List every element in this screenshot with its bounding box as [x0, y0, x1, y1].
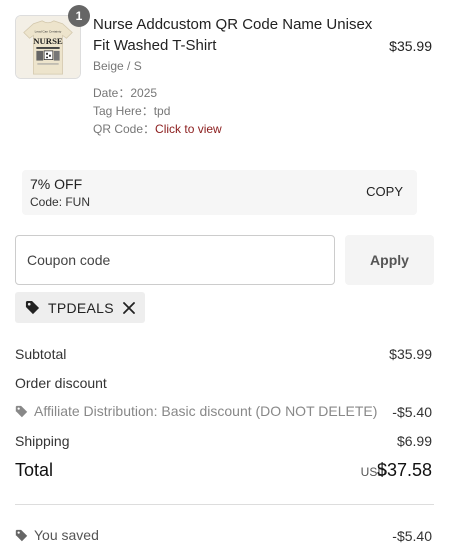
affiliate-discount-value: -$5.40	[392, 404, 432, 420]
affiliate-discount-label: Affiliate Distribution: Basic discount (…	[34, 403, 378, 419]
product-title: Nurse Addcustom QR Code Name Unisex Fit …	[93, 16, 373, 54]
total-label: Total	[15, 460, 54, 480]
property-tag-label: Tag Here：	[93, 104, 154, 118]
total-value: $37.58	[376, 460, 432, 480]
property-qr-label: QR Code：	[93, 122, 156, 136]
tag-icon	[15, 405, 28, 417]
tshirt-image: Lead Can Certainty NURSE	[16, 16, 80, 78]
coupon-code-input[interactable]	[15, 235, 335, 285]
remove-discount-icon[interactable]	[122, 301, 136, 315]
product-thumbnail: Lead Can Certainty NURSE	[15, 15, 81, 79]
tag-icon	[25, 300, 40, 315]
discount-offer-box: 7% OFF Code: FUN COPY	[22, 170, 417, 215]
product-variant: Beige / S	[93, 59, 142, 73]
shirt-top-text: Lead Can Certainty	[35, 29, 62, 33]
property-date: Date：2025	[93, 84, 157, 101]
property-date-label: Date：	[93, 86, 131, 100]
affiliate-discount-line: Affiliate Distribution: Basic discount (…	[15, 403, 377, 419]
discount-code: Code: FUN	[30, 195, 91, 209]
subtotal-value: $35.99	[389, 346, 432, 362]
property-date-value: 2025	[130, 86, 158, 100]
subtotal-label: Subtotal	[15, 346, 67, 362]
property-tag: Tag Here：tpd	[93, 102, 170, 119]
you-saved-label: You saved	[34, 527, 99, 543]
qr-code-view-link[interactable]: Click to view	[155, 122, 222, 136]
quantity-badge: 1	[68, 5, 90, 27]
divider	[15, 504, 434, 505]
order-discount-label: Order discount	[15, 375, 107, 391]
product-price: $35.99	[389, 38, 432, 54]
shirt-main-text: NURSE	[33, 36, 63, 46]
shipping-value: $6.99	[396, 433, 432, 449]
discount-title: 7% OFF	[30, 176, 83, 192]
you-saved-line: You saved	[15, 527, 99, 543]
shipping-label: Shipping	[15, 433, 70, 449]
applied-discount-code: TPDEALS	[48, 299, 114, 316]
property-tag-value: tpd	[153, 104, 171, 118]
applied-discount-tag: TPDEALS	[15, 292, 145, 323]
apply-coupon-button[interactable]: Apply	[345, 235, 434, 285]
copy-code-button[interactable]: COPY	[366, 184, 403, 199]
property-qr-code: QR Code：Click to view	[93, 120, 222, 137]
you-saved-value: -$5.40	[392, 528, 432, 544]
tag-icon	[15, 529, 28, 541]
